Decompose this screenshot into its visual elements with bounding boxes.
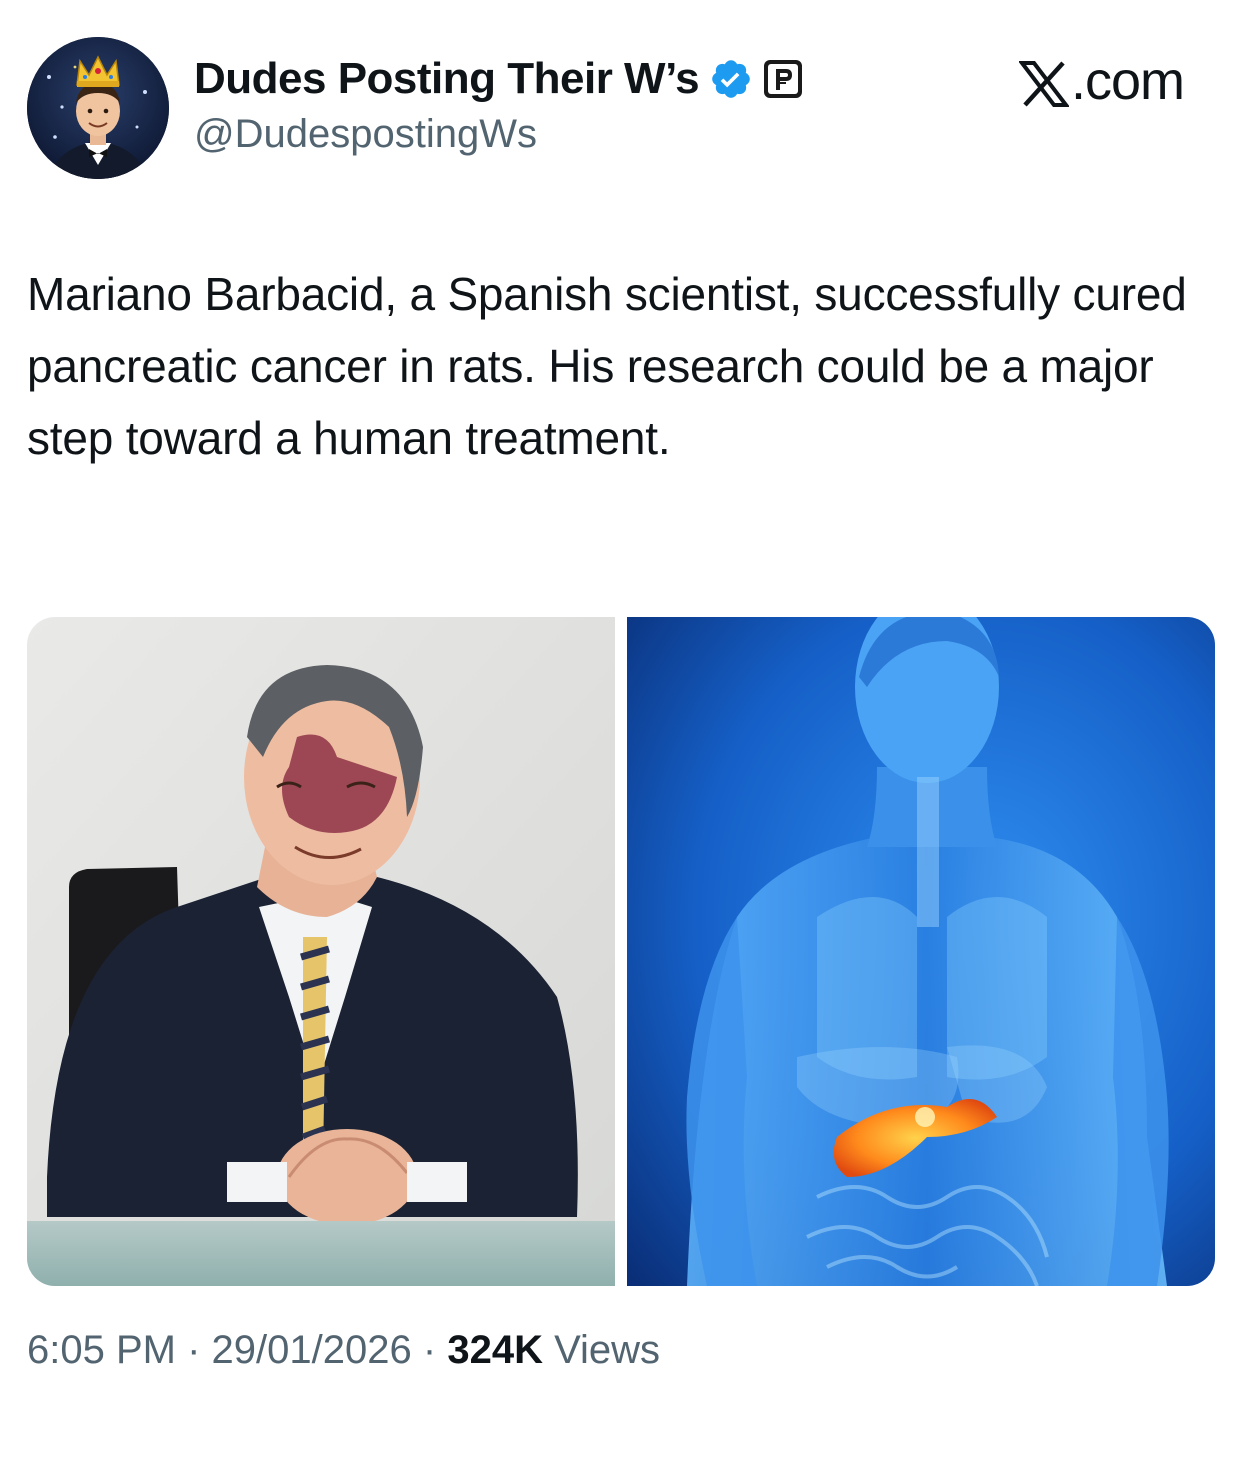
- meta-separator: ·: [187, 1328, 201, 1372]
- site-label-suffix: .com: [1070, 51, 1185, 111]
- affiliate-p-icon[interactable]: [763, 59, 803, 99]
- avatar[interactable]: [27, 37, 169, 179]
- handle[interactable]: @DudespostingWs: [194, 112, 803, 157]
- name-row: Dudes Posting Their W’s: [194, 52, 803, 106]
- tweet-text: Mariano Barbacid, a Spanish scientist, s…: [27, 268, 1187, 464]
- author-block: Dudes Posting Their W’s @DudespostingWs: [194, 52, 803, 157]
- portrait-photo[interactable]: [27, 617, 615, 1286]
- media-grid: [27, 617, 1215, 1286]
- meta-separator: ·: [422, 1328, 437, 1372]
- crowned-man-avatar-icon: [27, 37, 169, 179]
- verified-check-icon[interactable]: [709, 57, 753, 101]
- views-count[interactable]: 324K: [447, 1328, 543, 1372]
- tweet-time[interactable]: 6:05 PM: [27, 1328, 176, 1372]
- x-logo-icon: [1017, 58, 1071, 107]
- display-name[interactable]: Dudes Posting Their W’s: [194, 54, 700, 104]
- tweet-date[interactable]: 29/01/2026: [212, 1328, 412, 1372]
- anatomy-illustration[interactable]: [627, 617, 1215, 1286]
- tweet-meta: 6:05 PM · 29/01/2026 · 324K Views: [27, 1328, 660, 1373]
- site-label: .com: [1017, 50, 1185, 112]
- tweet-card: Dudes Posting Their W’s @DudespostingWs: [0, 0, 1242, 1462]
- views-label: Views: [554, 1328, 661, 1372]
